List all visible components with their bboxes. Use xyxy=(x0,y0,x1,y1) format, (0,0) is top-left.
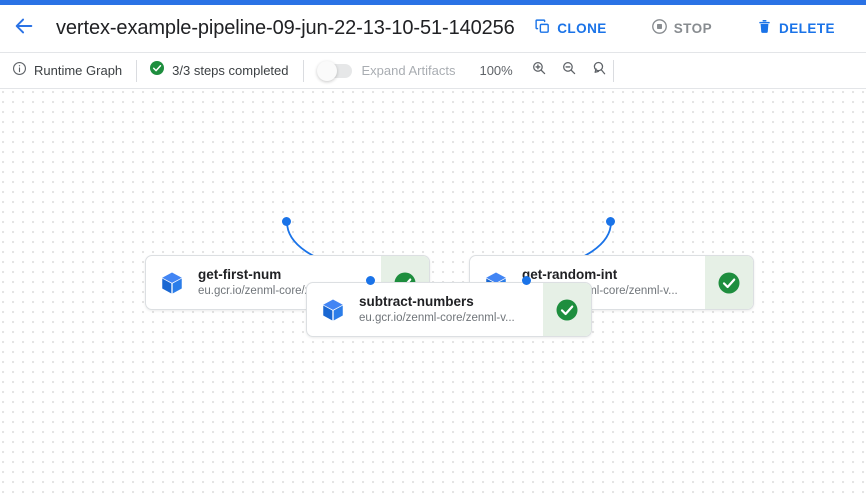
pipeline-run-page: vertex-example-pipeline-09-jun-22-13-10-… xyxy=(0,0,866,500)
page-title: vertex-example-pipeline-09-jun-22-13-10-… xyxy=(56,17,515,39)
runtime-graph-item[interactable]: Runtime Graph xyxy=(0,53,136,89)
stop-button-label: STOP xyxy=(673,21,713,36)
stop-circle-icon xyxy=(651,18,668,40)
delete-button[interactable]: DELETE xyxy=(747,12,844,46)
zoom-level-label: 100% xyxy=(479,63,513,78)
node-title: subtract-numbers xyxy=(359,294,474,309)
zoom-out-icon xyxy=(561,60,577,81)
port-out-get-first-num xyxy=(282,217,291,226)
graph-toolbar: Runtime Graph 3/3 steps completed Expand… xyxy=(0,53,866,89)
port-out-get-random-int xyxy=(606,217,615,226)
node-status-badge xyxy=(705,256,753,309)
runtime-graph-label: Runtime Graph xyxy=(34,63,123,78)
zoom-reset-button[interactable] xyxy=(585,57,613,85)
zoom-reset-icon xyxy=(591,60,607,81)
arrow-left-icon xyxy=(13,15,35,42)
port-in-subtract-left xyxy=(366,276,375,285)
cube-icon xyxy=(146,256,198,309)
toolbar-divider-3 xyxy=(612,59,614,82)
steps-status-item: 3/3 steps completed xyxy=(137,53,302,89)
node-status-badge xyxy=(543,283,591,336)
clone-button-label: CLONE xyxy=(557,21,607,36)
cube-icon xyxy=(307,283,359,336)
page-header: vertex-example-pipeline-09-jun-22-13-10-… xyxy=(0,5,866,53)
graph-node-subtract-numbers[interactable]: subtract-numbers eu.gcr.io/zenml-core/ze… xyxy=(306,282,592,337)
steps-status-label: 3/3 steps completed xyxy=(172,63,289,78)
toggle-track xyxy=(316,60,352,81)
copy-icon xyxy=(534,18,551,40)
expand-artifacts-toggle[interactable]: Expand Artifacts xyxy=(304,60,470,81)
zoom-in-button[interactable] xyxy=(525,57,553,85)
back-button[interactable] xyxy=(6,11,42,47)
zoom-out-button[interactable] xyxy=(555,57,583,85)
expand-artifacts-label: Expand Artifacts xyxy=(361,63,456,78)
toggle-knob xyxy=(316,60,337,81)
zoom-controls: 100% xyxy=(469,57,612,85)
node-title: get-first-num xyxy=(198,267,282,282)
zoom-in-icon xyxy=(531,60,547,81)
node-subtitle: eu.gcr.io/zenml-core/zenml-v... xyxy=(359,312,515,324)
stop-button[interactable]: STOP xyxy=(642,12,721,46)
clone-button[interactable]: CLONE xyxy=(525,12,616,46)
info-circle-icon xyxy=(12,61,27,81)
port-in-subtract-right xyxy=(522,276,531,285)
graph-canvas[interactable]: get-first-num eu.gcr.io/zenml-core/zenml… xyxy=(0,89,866,500)
trash-icon xyxy=(756,18,773,40)
check-circle-icon xyxy=(149,60,165,81)
node-text: subtract-numbers eu.gcr.io/zenml-core/ze… xyxy=(359,283,543,336)
delete-button-label: DELETE xyxy=(779,21,835,36)
node-title: get-random-int xyxy=(522,267,618,282)
